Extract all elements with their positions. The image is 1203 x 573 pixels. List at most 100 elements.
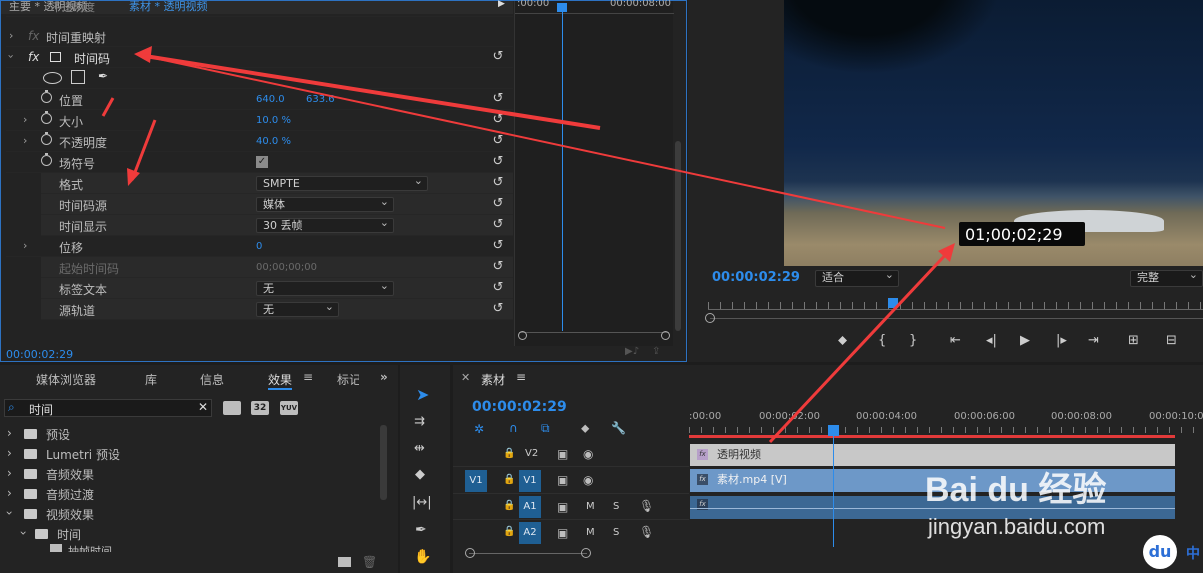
tc-source-dropdown[interactable]: 媒体 bbox=[256, 195, 394, 212]
32bit-effects-icon[interactable]: 32 bbox=[251, 401, 269, 415]
row-timecode-effect[interactable]: › fx 时间码 ↺ bbox=[5, 47, 513, 68]
delete-icon[interactable]: 🗑 bbox=[362, 555, 377, 569]
lock-icon[interactable]: 🔒 bbox=[503, 474, 515, 485]
step-back-icon[interactable]: ◂| bbox=[986, 333, 997, 348]
hand-tool-icon[interactable]: ✋ bbox=[414, 549, 431, 565]
panel-menu-icon[interactable]: ≡ bbox=[303, 370, 313, 384]
tree-item-time[interactable]: 时间 bbox=[57, 526, 81, 543]
source-patch-v1[interactable]: V1 bbox=[465, 470, 487, 492]
expand-chevron-icon[interactable]: › bbox=[23, 239, 27, 252]
reset-icon[interactable]: ↺ bbox=[491, 92, 505, 106]
reset-icon[interactable]: ↺ bbox=[491, 197, 505, 211]
microphone-icon[interactable]: 🎙 bbox=[639, 499, 654, 513]
solo-button[interactable]: S bbox=[613, 501, 619, 512]
slip-tool-icon[interactable]: |↔| bbox=[412, 495, 432, 510]
tree-item-lumetri-presets[interactable]: Lumetri 预设 bbox=[46, 446, 120, 463]
expand-chevron-icon[interactable]: › bbox=[7, 486, 12, 500]
stopwatch-icon[interactable] bbox=[41, 132, 52, 145]
sync-lock-icon[interactable]: ▣ bbox=[557, 447, 568, 461]
lock-icon[interactable]: 🔒 bbox=[503, 448, 515, 459]
tree-item-posterize-time[interactable]: 抽帧时间 bbox=[68, 542, 112, 552]
solo-button[interactable]: S bbox=[613, 527, 619, 538]
format-dropdown[interactable]: SMPTE bbox=[256, 174, 428, 191]
timeline-h-scrollbar[interactable] bbox=[469, 553, 587, 554]
tree-item-audio-transitions[interactable]: 音频过渡 bbox=[46, 486, 94, 503]
razor-tool-icon[interactable]: ◆ bbox=[415, 467, 425, 482]
effects-scrollbar[interactable] bbox=[380, 425, 387, 500]
reset-icon[interactable]: ↺ bbox=[491, 113, 505, 127]
track-target-a2[interactable]: A2 bbox=[519, 522, 541, 544]
track-target-a1[interactable]: A1 bbox=[519, 496, 541, 518]
more-tabs-icon[interactable]: » bbox=[380, 370, 388, 384]
timeline-menu-icon[interactable]: ≡ bbox=[516, 370, 526, 384]
reset-icon[interactable]: ↺ bbox=[491, 134, 505, 148]
tab-libraries[interactable]: 库 bbox=[145, 371, 157, 388]
step-forward-icon[interactable]: |▸ bbox=[1056, 333, 1067, 348]
mini-timeline-scrollbar[interactable] bbox=[519, 332, 669, 339]
accelerated-effects-icon[interactable] bbox=[223, 401, 241, 415]
reset-icon[interactable]: ↺ bbox=[491, 281, 505, 295]
program-playhead-icon[interactable] bbox=[888, 298, 898, 308]
nest-toggle-icon[interactable]: ✲ bbox=[474, 422, 484, 436]
timeline-current-time[interactable]: 00:00:02:29 bbox=[472, 399, 567, 415]
collapse-chevron-icon[interactable]: › bbox=[16, 531, 30, 536]
quality-dropdown[interactable]: 完整 bbox=[1130, 268, 1203, 287]
tree-item-video-effects[interactable]: 视频效果 bbox=[46, 506, 94, 523]
marker-icon[interactable]: ⬥ bbox=[838, 333, 847, 348]
track-label-v2[interactable]: V2 bbox=[525, 448, 538, 459]
expand-chevron-icon[interactable]: › bbox=[9, 0, 13, 12]
mute-button[interactable]: M bbox=[586, 527, 595, 538]
tab-info[interactable]: 信息 bbox=[200, 371, 224, 388]
lock-icon[interactable]: 🔒 bbox=[503, 500, 515, 511]
pen-tool-icon[interactable]: ✒ bbox=[415, 522, 427, 538]
collapse-chevron-icon[interactable]: › bbox=[2, 511, 16, 516]
zoom-handle-icon[interactable] bbox=[705, 313, 715, 323]
fit-dropdown[interactable]: 适合 bbox=[815, 268, 899, 287]
rectangle-mask-icon[interactable] bbox=[71, 70, 85, 84]
tab-effects[interactable]: 效果 bbox=[268, 371, 293, 390]
position-x-value[interactable]: 640.0 bbox=[256, 94, 285, 105]
mark-in-icon[interactable]: { bbox=[878, 333, 886, 348]
pen-mask-icon[interactable]: ✒ bbox=[98, 69, 108, 83]
sync-lock-icon[interactable]: ▣ bbox=[557, 500, 568, 514]
lift-icon[interactable]: ⊞ bbox=[1128, 333, 1139, 348]
tree-item-presets[interactable]: 预设 bbox=[46, 426, 70, 443]
transform-box-icon[interactable] bbox=[50, 52, 61, 62]
expand-chevron-icon[interactable]: › bbox=[7, 426, 12, 440]
expand-chevron-icon[interactable]: › bbox=[23, 113, 27, 126]
sync-lock-icon[interactable]: ▣ bbox=[557, 526, 568, 540]
close-tab-icon[interactable]: ✕ bbox=[461, 371, 470, 384]
offset-value[interactable]: 0 bbox=[256, 241, 262, 252]
tab-media-browser[interactable]: 媒体浏览器 bbox=[36, 371, 96, 388]
work-area-bar[interactable] bbox=[689, 435, 1175, 438]
effects-search-field[interactable]: ⌕ 时间 ✕ bbox=[4, 399, 212, 417]
reset-icon[interactable]: ↺ bbox=[491, 155, 505, 169]
position-y-value[interactable]: 633.6 bbox=[306, 94, 335, 105]
play-icon[interactable]: ▶ bbox=[1020, 333, 1030, 348]
ripple-edit-tool-icon[interactable]: ⇹ bbox=[414, 441, 425, 456]
expand-chevron-icon[interactable]: › bbox=[23, 134, 27, 147]
expand-chevron-icon[interactable]: › bbox=[7, 466, 12, 480]
timeline-tab[interactable]: 素材 bbox=[481, 371, 505, 388]
collapse-chevron-icon[interactable]: › bbox=[5, 54, 18, 58]
settings-wrench-icon[interactable]: 🔧 bbox=[611, 421, 626, 435]
sync-lock-icon[interactable]: ▣ bbox=[557, 473, 568, 487]
mark-out-icon[interactable]: } bbox=[909, 333, 917, 348]
scale-value[interactable]: 10.0 % bbox=[256, 115, 291, 126]
track-target-v1[interactable]: V1 bbox=[519, 470, 541, 492]
new-bin-icon[interactable] bbox=[338, 557, 351, 567]
reset-icon[interactable]: ↺ bbox=[491, 239, 505, 253]
eye-icon[interactable]: ◉ bbox=[583, 447, 593, 461]
lock-icon[interactable]: 🔒 bbox=[503, 526, 515, 537]
field-symbol-checkbox[interactable]: ✓ bbox=[256, 156, 268, 168]
tab-markers[interactable]: 标记 bbox=[337, 371, 359, 388]
tl-scroll-handle-right-icon[interactable] bbox=[581, 548, 591, 558]
add-marker-icon[interactable]: ⬥ bbox=[581, 421, 589, 436]
clear-search-icon[interactable]: ✕ bbox=[198, 400, 208, 414]
program-zoom-bar[interactable] bbox=[710, 318, 1203, 319]
linked-selection-icon[interactable]: ⧉ bbox=[541, 421, 550, 436]
expand-chevron-icon[interactable]: › bbox=[9, 29, 13, 42]
yuv-effects-icon[interactable]: YUV bbox=[280, 401, 298, 415]
tree-item-audio-effects[interactable]: 音频效果 bbox=[46, 466, 94, 483]
expand-chevron-icon[interactable]: › bbox=[7, 446, 12, 460]
